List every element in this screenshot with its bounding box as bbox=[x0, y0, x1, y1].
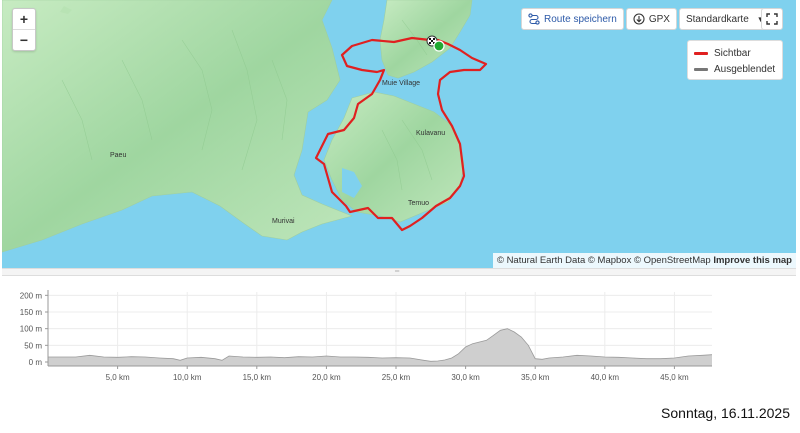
fullscreen-icon bbox=[766, 13, 778, 25]
y-tick-label: 100 m bbox=[20, 325, 43, 334]
resize-handle[interactable]: ═ bbox=[2, 268, 796, 276]
map-terrain bbox=[2, 0, 488, 253]
zoom-out-button[interactable]: − bbox=[13, 29, 35, 50]
gpx-label: GPX bbox=[648, 13, 670, 25]
elevation-profile-chart: 0 m 50 m 100 m 150 m 200 m 5,0 km 10,0 km 15,0… bbox=[20, 290, 713, 382]
y-tick-label: 0 m bbox=[29, 358, 43, 367]
legend-label-hidden: Ausgeblendet bbox=[714, 63, 776, 75]
save-route-label: Route speichern bbox=[544, 13, 617, 25]
x-tick-label: 30,0 km bbox=[451, 373, 480, 382]
route-icon bbox=[528, 13, 540, 25]
x-tick-label: 45,0 km bbox=[660, 373, 689, 382]
elevation-area bbox=[48, 328, 712, 366]
map-style-dropdown[interactable]: Standardkarte ▼ bbox=[678, 8, 774, 30]
place-label-paeu: Paeu bbox=[110, 152, 127, 159]
y-tick-label: 50 m bbox=[24, 341, 42, 350]
map-style-label: Standardkarte bbox=[685, 13, 749, 25]
grip-icon: ═ bbox=[395, 269, 400, 275]
legend-item-visible[interactable]: Sichtbar bbox=[694, 45, 776, 61]
map-toolbar: Route speichern GPX Standardkarte ▼ bbox=[521, 8, 774, 30]
start-marker-icon bbox=[433, 40, 445, 52]
improve-map-link[interactable]: Improve this map bbox=[713, 255, 792, 266]
zoom-control: + − bbox=[12, 8, 36, 51]
x-tick-label: 25,0 km bbox=[382, 373, 411, 382]
fullscreen-button[interactable] bbox=[761, 8, 783, 30]
gpx-download-button[interactable]: GPX bbox=[625, 8, 677, 30]
place-label-muie-village: Muie Village bbox=[382, 80, 421, 87]
chart-area bbox=[48, 328, 713, 366]
y-tick-label: 150 m bbox=[20, 308, 43, 317]
download-icon bbox=[633, 13, 645, 25]
place-label-murivai: Murivai bbox=[272, 218, 295, 225]
x-tick-label: 5,0 km bbox=[106, 373, 130, 382]
zoom-in-button[interactable]: + bbox=[13, 9, 35, 29]
x-axis: 5,0 km 10,0 km 15,0 km 20,0 km 25,0 km 30,0 k… bbox=[48, 365, 712, 382]
x-tick-label: 15,0 km bbox=[243, 373, 272, 382]
x-tick-label: 20,0 km bbox=[312, 373, 341, 382]
x-tick-label: 35,0 km bbox=[521, 373, 550, 382]
chart-grid bbox=[48, 292, 712, 366]
date-caption: Sonntag, 16.11.2025 bbox=[661, 405, 790, 421]
legend-swatch-hidden bbox=[694, 67, 708, 71]
y-tick-label: 200 m bbox=[20, 291, 43, 300]
legend-item-hidden[interactable]: Ausgeblendet bbox=[694, 61, 776, 77]
place-label-temuo: Temuo bbox=[408, 200, 430, 207]
map-attribution: © Natural Earth Data © Mapbox © OpenStre… bbox=[492, 253, 796, 268]
route-legend: Sichtbar Ausgeblendet bbox=[687, 40, 783, 80]
y-axis: 0 m 50 m 100 m 150 m 200 m bbox=[20, 290, 49, 367]
land-west bbox=[2, 0, 353, 253]
legend-label-visible: Sichtbar bbox=[714, 47, 751, 59]
map-view[interactable]: Muie Village Kulavanu Paeu Temuo Murivai… bbox=[2, 0, 796, 268]
x-tick-label: 10,0 km bbox=[173, 373, 202, 382]
attribution-text[interactable]: © Natural Earth Data © Mapbox © OpenStre… bbox=[497, 255, 711, 266]
legend-swatch-visible bbox=[694, 51, 708, 55]
x-tick-label: 40,0 km bbox=[591, 373, 620, 382]
save-route-button[interactable]: Route speichern bbox=[521, 8, 624, 30]
place-label-kulavanu: Kulavanu bbox=[416, 130, 446, 137]
